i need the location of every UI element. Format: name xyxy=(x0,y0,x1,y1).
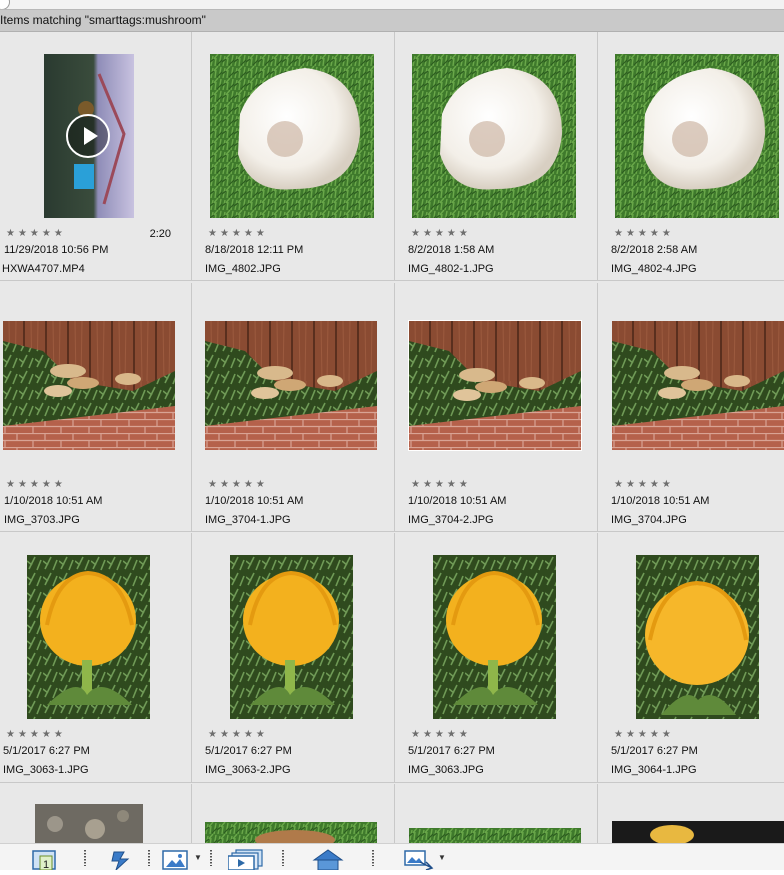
image-edit-icon xyxy=(162,850,188,870)
flash-button[interactable] xyxy=(108,848,134,872)
media-item[interactable]: ★★★★★ 2:20 11/29/2018 10:56 PM HXWA4707.… xyxy=(0,32,192,281)
item-filename: IMG_3063-2.JPG xyxy=(205,764,291,776)
item-date: 1/10/2018 10:51 AM xyxy=(205,495,304,507)
item-filename: IMG_3704-2.JPG xyxy=(408,514,494,526)
media-item[interactable] xyxy=(395,784,598,843)
rating-stars[interactable]: ★★★★★ xyxy=(6,228,66,239)
toolbar-separator xyxy=(372,850,374,866)
rating-stars[interactable]: ★★★★★ xyxy=(614,479,674,490)
item-filename: IMG_3703.JPG xyxy=(4,514,80,526)
rating-stars[interactable]: ★★★★★ xyxy=(411,228,471,239)
item-date: 5/1/2017 6:27 PM xyxy=(205,745,292,757)
home-button[interactable] xyxy=(312,848,344,871)
photo-thumbnail[interactable] xyxy=(3,321,175,450)
photo-thumbnail[interactable] xyxy=(612,821,784,843)
item-date: 8/2/2018 1:58 AM xyxy=(408,244,495,256)
rating-stars[interactable]: ★★★★★ xyxy=(6,479,66,490)
rating-stars[interactable]: ★★★★★ xyxy=(411,479,471,490)
media-item[interactable]: ★★★★★ 8/2/2018 1:58 AM IMG_4802-1.JPG xyxy=(395,32,598,281)
media-item[interactable]: ★★★★★ 1/10/2018 10:51 AM IMG_3704-2.JPG xyxy=(395,283,598,532)
thumbnail-grid: ★★★★★ 2:20 11/29/2018 10:56 PM HXWA4707.… xyxy=(0,32,784,843)
media-item[interactable]: ★★★★★ 8/2/2018 2:58 AM IMG_4802-4.JPG xyxy=(598,32,784,281)
image-edit-dropdown-icon[interactable]: ▼ xyxy=(194,853,202,862)
media-item[interactable] xyxy=(598,784,784,843)
rating-stars[interactable]: ★★★★★ xyxy=(6,729,66,740)
toolbar-separator xyxy=(282,850,284,866)
item-filename: IMG_3704-1.JPG xyxy=(205,514,291,526)
item-date: 1/10/2018 10:51 AM xyxy=(408,495,507,507)
page-number-icon: 1 xyxy=(32,850,56,871)
results-header: Items matching "smarttags:mushroom" xyxy=(0,9,784,32)
photo-thumbnail[interactable] xyxy=(205,822,377,843)
item-filename: IMG_4802.JPG xyxy=(205,263,281,275)
window-top-strip xyxy=(0,0,784,10)
video-duration: 2:20 xyxy=(149,228,171,240)
item-filename: IMG_3704.JPG xyxy=(611,514,687,526)
photo-thumbnail[interactable] xyxy=(409,828,581,843)
page-number-button[interactable]: 1 xyxy=(32,848,60,871)
photo-thumbnail[interactable] xyxy=(408,320,582,451)
image-edit-button[interactable] xyxy=(162,848,192,870)
media-item[interactable]: ★★★★★ 1/10/2018 10:51 AM IMG_3703.JPG xyxy=(0,283,192,532)
media-item[interactable]: ★★★★★ 5/1/2017 6:27 PM IMG_3063-1.JPG xyxy=(0,533,192,783)
toolbar-separator xyxy=(210,850,212,866)
rating-stars[interactable]: ★★★★★ xyxy=(411,729,471,740)
item-date: 11/29/2018 10:56 PM xyxy=(4,244,109,256)
home-icon xyxy=(312,849,344,871)
item-date: 1/10/2018 10:51 AM xyxy=(4,495,103,507)
item-date: 5/1/2017 6:27 PM xyxy=(3,745,90,757)
media-item[interactable]: ★★★★★ 1/10/2018 10:51 AM IMG_3704-1.JPG xyxy=(192,283,395,532)
photo-thumbnail[interactable] xyxy=(612,321,784,450)
rating-stars[interactable]: ★★★★★ xyxy=(208,228,268,239)
photo-thumbnail[interactable] xyxy=(210,54,374,218)
toolbar-separator xyxy=(84,850,86,866)
item-date: 5/1/2017 6:27 PM xyxy=(611,745,698,757)
media-item[interactable]: ★★★★★ 5/1/2017 6:27 PM IMG_3064-1.JPG xyxy=(598,533,784,783)
rating-stars[interactable]: ★★★★★ xyxy=(614,228,674,239)
item-date: 1/10/2018 10:51 AM xyxy=(611,495,710,507)
photo-thumbnail[interactable] xyxy=(230,555,353,719)
media-item[interactable]: ★★★★★ 1/10/2018 10:51 AM IMG_3704.JPG xyxy=(598,283,784,532)
photo-thumbnail[interactable] xyxy=(27,555,150,719)
bottom-toolbar: 1 ▼ ▼ xyxy=(0,843,784,872)
item-date: 5/1/2017 6:27 PM xyxy=(408,745,495,757)
item-filename: IMG_3063.JPG xyxy=(408,764,484,776)
toolbar-separator xyxy=(148,850,150,866)
share-dropdown-icon[interactable]: ▼ xyxy=(438,853,446,862)
rating-stars[interactable]: ★★★★★ xyxy=(614,729,674,740)
photo-thumbnail[interactable] xyxy=(205,321,377,450)
item-date: 8/18/2018 12:11 PM xyxy=(205,244,304,256)
photo-thumbnail[interactable] xyxy=(433,555,556,719)
media-item[interactable]: ★★★★★ 5/1/2017 6:27 PM IMG_3063.JPG xyxy=(395,533,598,783)
photo-thumbnail[interactable] xyxy=(636,555,759,719)
slideshow-button[interactable] xyxy=(227,848,264,871)
media-item[interactable]: ★★★★★ 5/1/2017 6:27 PM IMG_3063-2.JPG xyxy=(192,533,395,783)
photo-thumbnail[interactable] xyxy=(412,54,576,218)
item-filename: IMG_3064-1.JPG xyxy=(611,764,697,776)
share-button[interactable] xyxy=(404,848,436,871)
item-filename: IMG_4802-1.JPG xyxy=(408,263,494,275)
photo-thumbnail[interactable] xyxy=(615,54,779,218)
item-date: 8/2/2018 2:58 AM xyxy=(611,244,698,256)
video-thumbnail[interactable] xyxy=(44,54,134,218)
page-number-label: 1 xyxy=(43,859,49,870)
media-item[interactable]: ★★★★★ 8/18/2018 12:11 PM IMG_4802.JPG xyxy=(192,32,395,281)
rating-stars[interactable]: ★★★★★ xyxy=(208,729,268,740)
rating-stars[interactable]: ★★★★★ xyxy=(208,479,268,490)
media-item[interactable] xyxy=(0,784,192,843)
media-item[interactable] xyxy=(192,784,395,843)
slideshow-icon xyxy=(227,849,263,871)
item-filename: HXWA4707.MP4 xyxy=(2,263,85,275)
share-icon xyxy=(404,850,434,871)
item-filename: IMG_3063-1.JPG xyxy=(3,764,89,776)
results-header-title: Items matching "smarttags:mushroom" xyxy=(0,13,206,27)
item-filename: IMG_4802-4.JPG xyxy=(611,263,697,275)
play-icon[interactable] xyxy=(66,114,110,158)
photo-thumbnail[interactable] xyxy=(35,804,143,843)
flash-icon xyxy=(111,851,130,872)
